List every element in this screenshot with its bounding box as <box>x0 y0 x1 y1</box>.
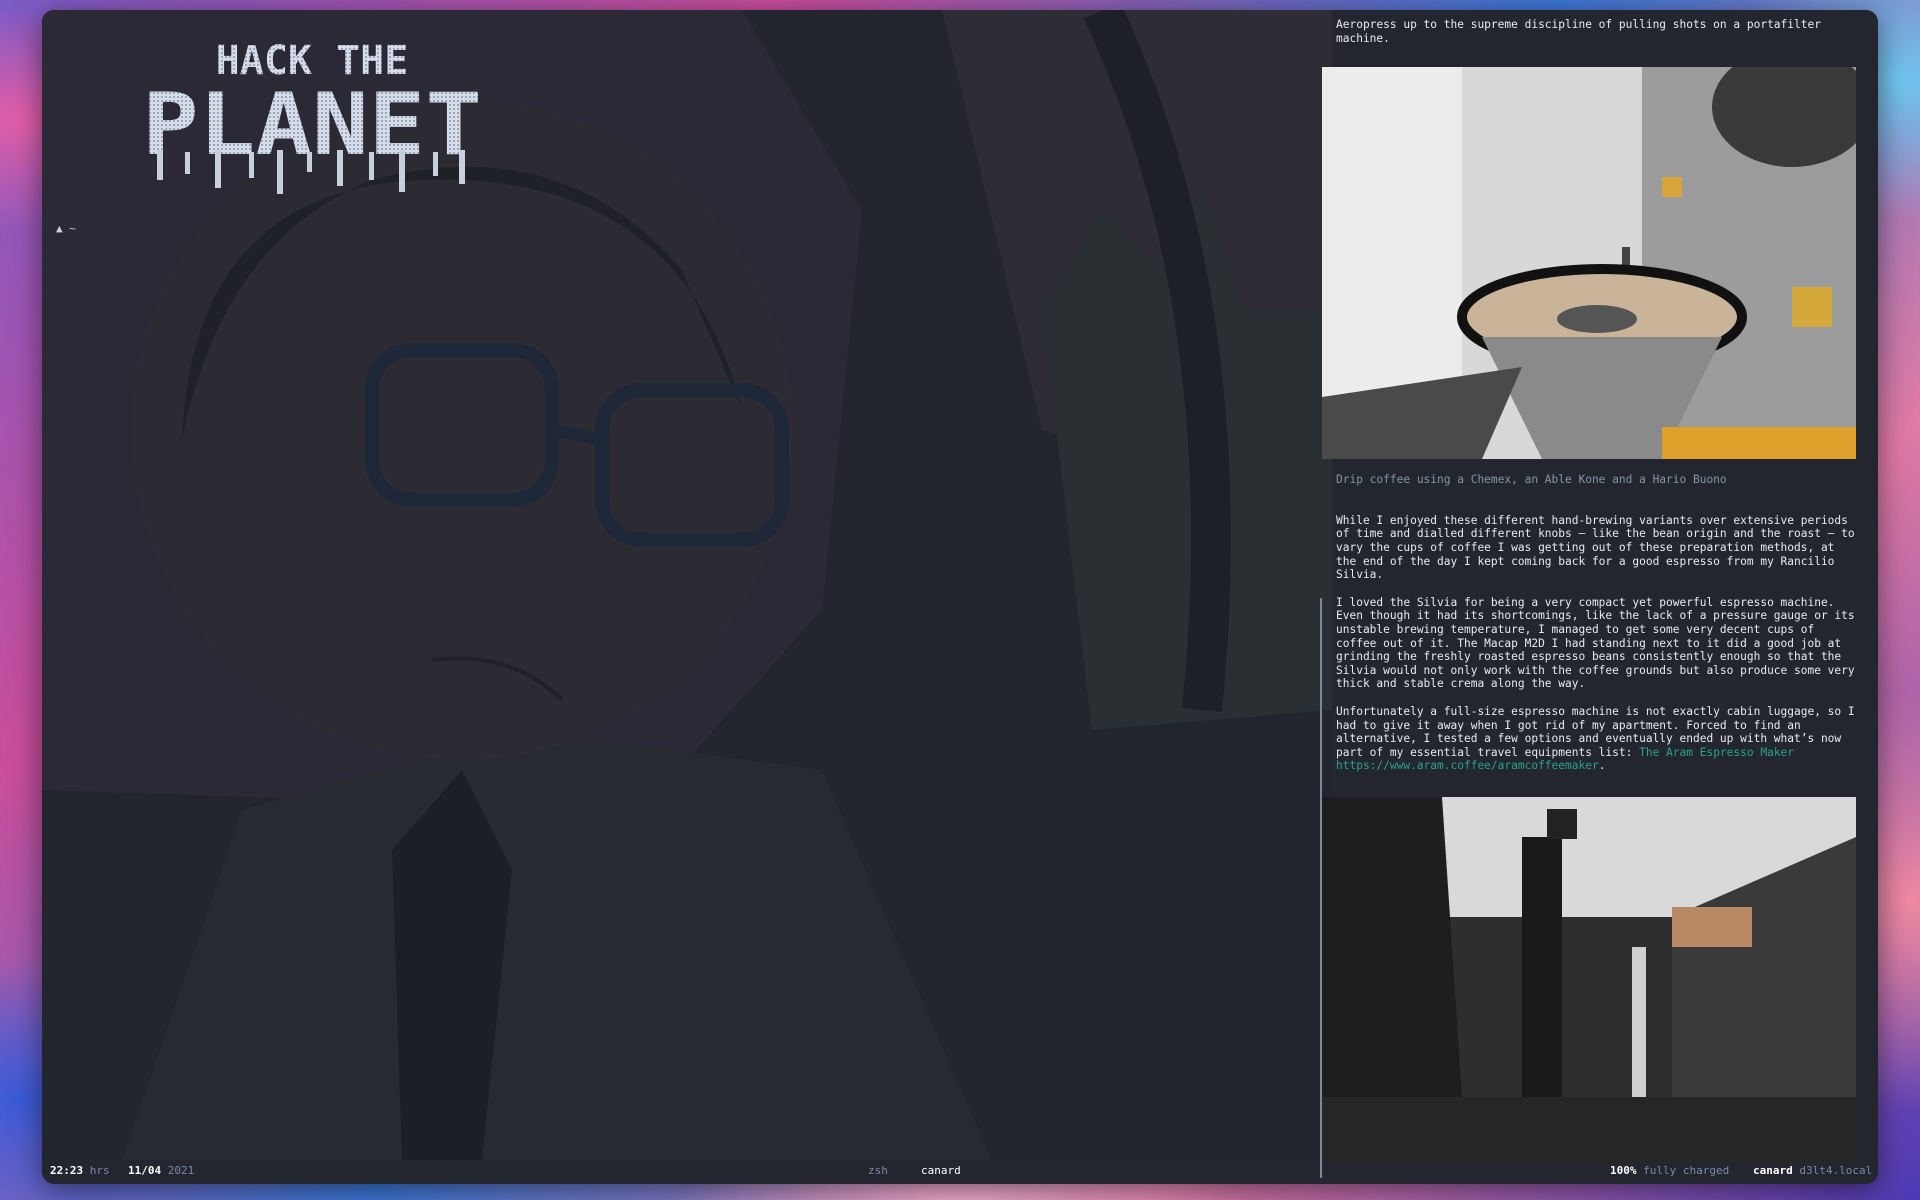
article-paragraph-3: Unfortunately a full-size espresso machi… <box>1336 705 1858 773</box>
article-paragraph-1: While I enjoyed these different hand-bre… <box>1336 513 1855 582</box>
prompt-triangle-icon: ▲ <box>56 222 63 235</box>
chemex-drip-photo <box>1322 67 1856 460</box>
article-lead: Aeropress up to the supreme discipline o… <box>1336 18 1821 45</box>
status-time: 22:23 hrs <box>50 1164 110 1177</box>
aram-link-url[interactable]: https://www.aram.coffee/aramcoffeemaker <box>1336 759 1599 772</box>
article-pane[interactable]: Aeropress up to the supreme discipline o… <box>1322 10 1878 1170</box>
photo-caption: Drip coffee using a Chemex, an Able Kone… <box>1336 473 1727 487</box>
shell-prompt[interactable]: ▲ ~ <box>56 222 76 235</box>
aram-link-title[interactable]: The Aram Espresso Maker <box>1639 746 1794 759</box>
status-date: 11/04 2021 <box>128 1164 195 1177</box>
article-paragraph-2: I loved the Silvia for being a very comp… <box>1336 595 1855 691</box>
aram-espresso-photo <box>1322 796 1856 1163</box>
prompt-path: ~ <box>69 222 76 235</box>
status-user-host: canard d3lt4.local <box>1753 1164 1873 1177</box>
status-shell-tab[interactable]: zsh <box>868 1164 888 1177</box>
terminal-window: HACK THE PLANET ▲ ~ Aeropress up to the … <box>42 10 1878 1184</box>
status-bar: 22:23 hrs 11/04 2021 zsh canard 100% ful… <box>42 1158 1878 1184</box>
paragraph-3-tail: . <box>1598 759 1606 773</box>
status-session-tab[interactable]: canard <box>921 1164 961 1177</box>
status-battery: 100% fully charged <box>1610 1164 1730 1177</box>
hack-the-planet-logo: HACK THE PLANET <box>142 38 482 194</box>
